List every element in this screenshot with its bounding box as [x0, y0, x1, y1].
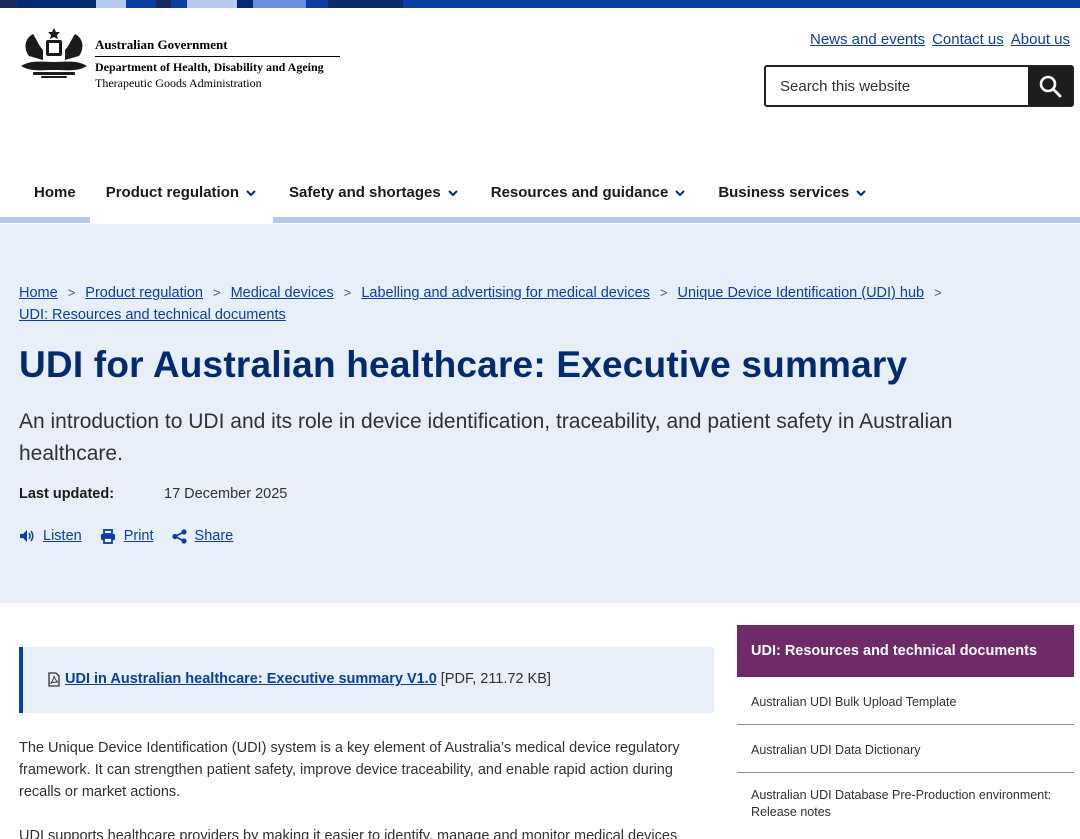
nav-item-business-services[interactable]: Business services: [702, 168, 883, 217]
print-label: Print: [123, 528, 154, 544]
nav-item-label: Safety and shortages: [289, 184, 441, 201]
site-header: Australian Government Department of Heal…: [0, 8, 1080, 158]
chevron-right-icon: >: [212, 285, 221, 300]
chevron-down-icon: [448, 189, 458, 196]
breadcrumb-medical-devices[interactable]: Medical devices: [231, 285, 334, 301]
chevron-down-icon: [675, 189, 686, 196]
nav-item-label: Home: [34, 184, 76, 201]
news-and-events-link[interactable]: News and events: [810, 31, 925, 48]
chevron-right-icon: >: [659, 285, 668, 300]
listen-button[interactable]: Listen: [19, 528, 82, 544]
last-updated: Last updated: 17 December 2025: [19, 486, 287, 502]
print-button[interactable]: Print: [100, 528, 154, 544]
breadcrumb-product-regulation[interactable]: Product regulation: [85, 285, 203, 301]
top-color-strip: [0, 0, 1080, 8]
listen-label: Listen: [43, 528, 82, 544]
sidebar-nav: Australian UDI Bulk Upload Template Aust…: [737, 677, 1074, 835]
pdf-file-icon: [48, 671, 60, 687]
logo-government-text: Australian Government: [95, 26, 340, 57]
nav-item-label: Resources and guidance: [490, 184, 669, 201]
nav-item-label: Product regulation: [105, 184, 240, 201]
nav-item-product-regulation[interactable]: Product regulation: [89, 168, 274, 223]
contact-us-link[interactable]: Contact us: [932, 31, 1004, 48]
logo-department-text: Department of Health, Disability and Age…: [95, 60, 324, 74]
sidebar-heading[interactable]: UDI: Resources and technical documents: [737, 625, 1074, 677]
nav-item-label: Business services: [718, 184, 850, 201]
breadcrumb-home[interactable]: Home: [19, 285, 58, 301]
main-navigation: Home Product regulation Safety and short…: [0, 168, 1080, 224]
search-button[interactable]: [1028, 67, 1072, 105]
logo-agency-text: Therapeutic Goods Administration: [95, 76, 262, 90]
coat-of-arms-icon: [21, 28, 87, 78]
about-us-link[interactable]: About us: [1011, 31, 1070, 48]
breadcrumb-labelling-advertising[interactable]: Labelling and advertising for medical de…: [361, 285, 650, 301]
page-subtitle: An introduction to UDI and its role in d…: [19, 410, 953, 465]
breadcrumb: Home > Product regulation > Medical devices >…: [19, 282, 1059, 326]
share-icon: [171, 528, 187, 544]
breadcrumb-udi-hub[interactable]: Unique Device Identification (UDI) hub: [677, 285, 924, 301]
site-logo[interactable]: Australian Government Department of Heal…: [19, 26, 340, 91]
speaker-icon: [20, 530, 34, 542]
chevron-right-icon: >: [343, 285, 352, 300]
search-box: [764, 65, 1074, 107]
search-input[interactable]: [766, 67, 1028, 105]
body-paragraph: The Unique Device Identification (UDI) s…: [19, 740, 680, 800]
sidebar-item-release-notes[interactable]: Australian UDI Database Pre-Production e…: [737, 773, 1074, 835]
executive-summary-pdf-link[interactable]: UDI in Australian healthcare: Executive …: [65, 671, 437, 687]
printer-icon: [100, 528, 115, 544]
last-updated-value: 17 December 2025: [164, 486, 288, 502]
search-icon: [1039, 75, 1062, 98]
sidebar-item-bulk-upload-template[interactable]: Australian UDI Bulk Upload Template: [737, 677, 1074, 725]
utility-links: News and events Contact us About us: [810, 31, 1070, 48]
file-meta: [PDF, 211.72 KB]: [440, 671, 551, 687]
chevron-down-icon: [246, 189, 256, 196]
share-label: Share: [194, 528, 234, 544]
page-title: UDI for Australian healthcare: Executive…: [19, 344, 908, 385]
nav-item-safety-and-shortages[interactable]: Safety and shortages: [273, 168, 475, 217]
page-hero: Home > Product regulation > Medical devices >…: [0, 224, 1080, 603]
chevron-right-icon: >: [934, 285, 942, 300]
breadcrumb-udi-resources[interactable]: UDI: Resources and technical documents: [19, 307, 286, 323]
share-button[interactable]: Share: [171, 528, 234, 544]
nav-item-home[interactable]: Home: [0, 168, 90, 217]
page-tools: Listen Print Share: [19, 528, 233, 544]
chevron-down-icon: [856, 189, 866, 196]
body-paragraph: UDI supports healthcare providers by mak…: [19, 828, 678, 839]
last-updated-label: Last updated:: [19, 486, 115, 502]
sidebar-item-data-dictionary[interactable]: Australian UDI Data Dictionary: [737, 725, 1074, 773]
nav-item-resources-and-guidance[interactable]: Resources and guidance: [475, 168, 703, 217]
download-callout: UDI in Australian healthcare: Executive …: [19, 647, 714, 713]
chevron-right-icon: >: [67, 285, 76, 300]
